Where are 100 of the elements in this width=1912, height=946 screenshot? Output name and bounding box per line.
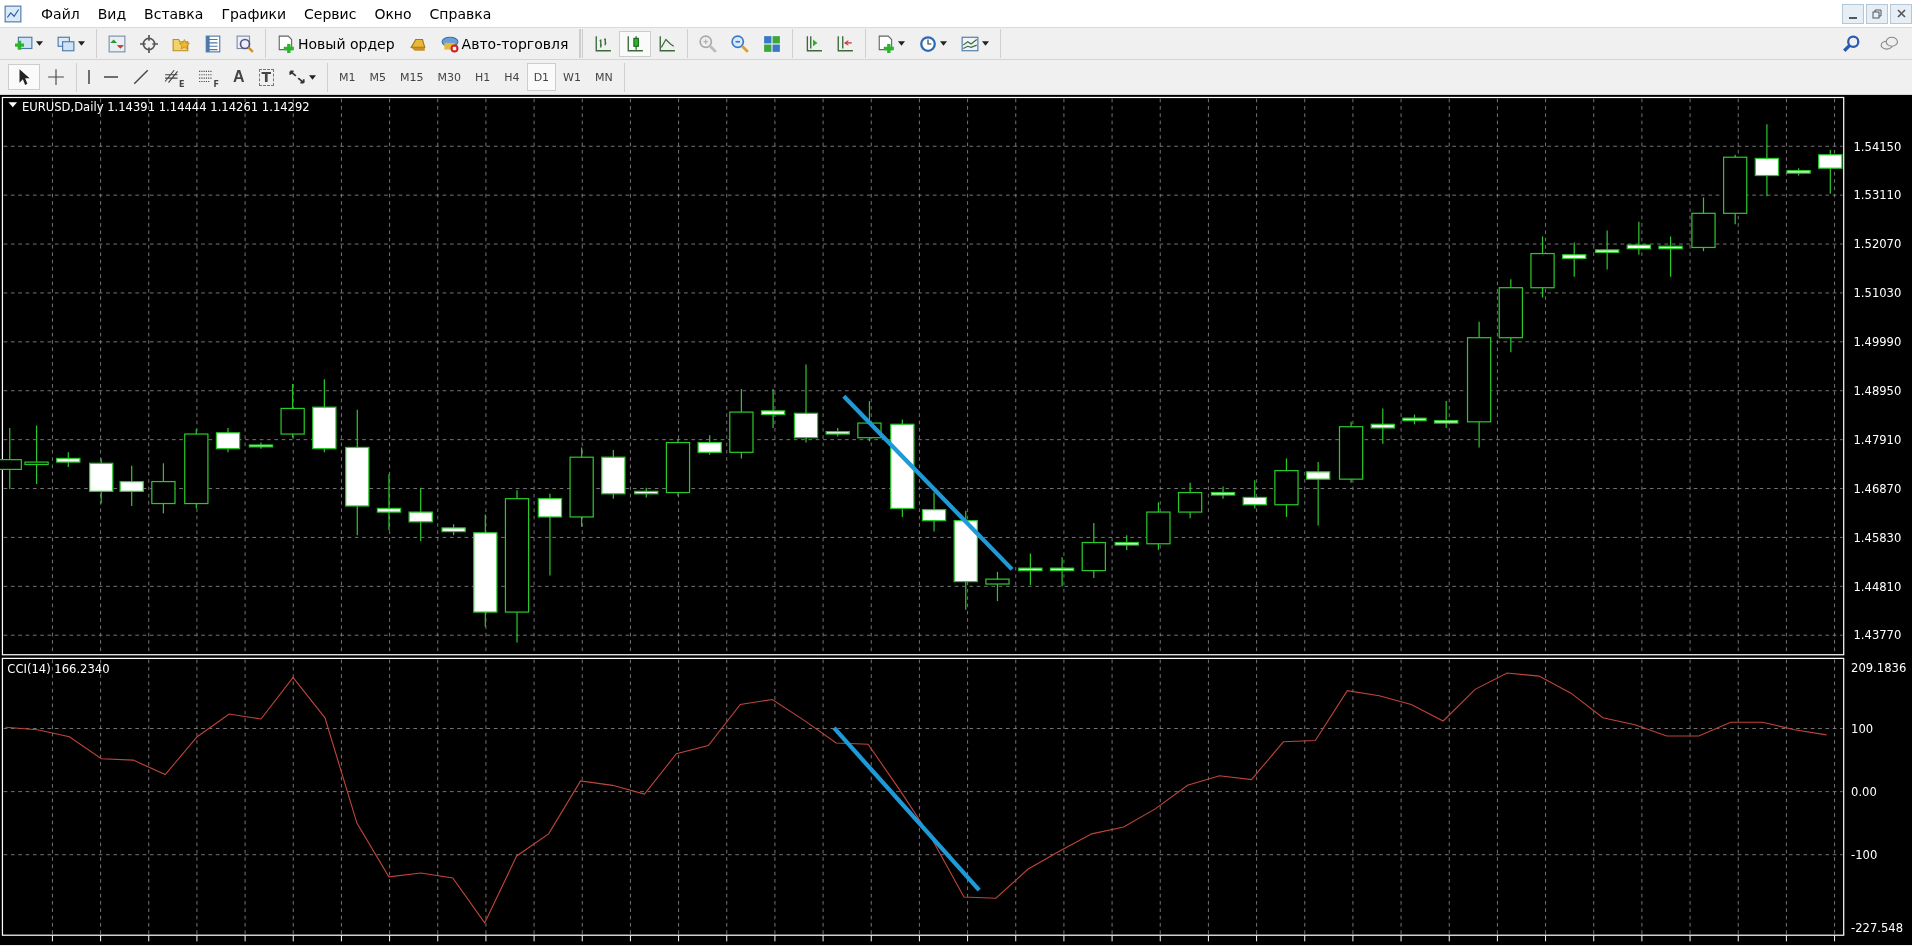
chart-menu-triangle-icon[interactable] (8, 102, 18, 108)
candlestick (119, 465, 144, 507)
fibonacci-channel-tool[interactable]: E (157, 64, 192, 90)
indicator-label: 100 (1851, 721, 1874, 736)
app-chart-icon (4, 4, 22, 23)
template-icon (961, 34, 980, 53)
candlestick (408, 487, 433, 542)
caret-icon (36, 41, 43, 46)
candlestick (1049, 556, 1075, 588)
autoscroll-icon (836, 34, 855, 53)
timeframe-button[interactable]: H1 (468, 63, 498, 91)
new-order-button[interactable]: Новый ордер (270, 30, 402, 57)
horizontal-line-icon (104, 76, 118, 78)
windows-icon (57, 34, 75, 53)
indicator-label: 0.00 (1851, 784, 1877, 799)
text-label-tool[interactable]: T (251, 64, 282, 90)
price-label: 1.53110 (1853, 188, 1902, 203)
price-label: 1.43770 (1853, 628, 1902, 643)
timeframe-button[interactable]: M1 (332, 63, 363, 91)
caret-icon (78, 41, 85, 46)
fibonacci-levels-tool[interactable]: F (191, 64, 226, 90)
timeframe-button[interactable]: M30 (430, 63, 469, 91)
candlestick (151, 462, 176, 514)
candlestick (1786, 167, 1811, 177)
tile-windows-icon (763, 34, 782, 53)
price-label: 1.46870 (1853, 481, 1902, 496)
candlestick (1146, 501, 1171, 551)
menu-item[interactable]: Вставка (135, 3, 213, 24)
timeframe-button[interactable]: H4 (497, 63, 527, 91)
candlestick (56, 451, 81, 468)
indicator-label: -227.548 (1851, 920, 1904, 935)
candlestick (1626, 221, 1652, 256)
timeframe-button[interactable]: W1 (556, 63, 588, 91)
candlestick (1081, 522, 1106, 579)
close-button[interactable] (1890, 3, 1912, 24)
price-label: 1.47910 (1853, 432, 1902, 447)
candlestick (857, 400, 882, 442)
chart-header: EURUSD,Daily 1.14391 1.14444 1.14261 1.14292 (21, 99, 310, 114)
menu-item[interactable]: Окно (365, 3, 421, 24)
caret-icon (309, 74, 317, 80)
clock-icon (919, 34, 938, 53)
candlestick (0, 427, 22, 490)
indicator-title: CCI(14) 166.2340 (7, 662, 110, 677)
minimize-icon (1849, 16, 1857, 19)
candlestick (1018, 552, 1043, 586)
timeframe-button[interactable]: M5 (362, 63, 394, 91)
crosshair-target-icon (140, 34, 158, 53)
autotrading-button[interactable]: Авто-торговля (433, 30, 576, 57)
candlestick (24, 424, 49, 485)
menu-item[interactable]: Файл (32, 3, 89, 24)
candlestick (665, 438, 691, 497)
price-label: 1.49990 (1853, 335, 1902, 350)
candlestick (729, 388, 754, 460)
zoom-out-icon (731, 34, 750, 53)
candlestick (1691, 196, 1716, 252)
restore-icon (1872, 8, 1882, 19)
line-chart-icon (658, 34, 677, 53)
candlestick (248, 441, 274, 450)
candlestick (280, 383, 305, 439)
price-label: 1.51030 (1853, 286, 1902, 301)
price-label: 1.45830 (1853, 530, 1902, 545)
candlestick (760, 388, 786, 429)
text-tool[interactable]: A (225, 64, 252, 90)
caret-icon (982, 41, 990, 46)
timeframe-button[interactable]: MN (587, 63, 620, 91)
indicator-label: -100 (1851, 848, 1878, 862)
indicator-label: 209.1836 (1851, 660, 1907, 675)
zoom-in-icon (699, 34, 718, 53)
magnifier-window-icon (236, 34, 254, 53)
timeframe-button[interactable]: D1 (526, 63, 557, 91)
chat-icon (1880, 34, 1898, 53)
timeframe-button[interactable]: M15 (393, 63, 431, 91)
candlestick (1723, 154, 1748, 225)
menu-item[interactable]: Справка (420, 3, 501, 24)
menu-item[interactable]: Сервис (295, 3, 366, 24)
price-label: 1.48950 (1853, 384, 1902, 398)
list-window-icon (204, 34, 222, 53)
price-label: 1.54150 (1853, 139, 1902, 154)
candlestick-icon (626, 34, 645, 53)
candlestick-button[interactable] (619, 30, 652, 57)
candlestick (1434, 400, 1459, 429)
search-icon (1842, 34, 1860, 53)
cursor-tool[interactable] (8, 64, 40, 90)
restore-button[interactable] (1866, 3, 1888, 24)
candlestick (89, 457, 114, 505)
candlestick (1658, 235, 1683, 278)
document-plus-icon (277, 34, 295, 53)
candlestick (376, 473, 402, 531)
candlestick (1402, 413, 1427, 425)
document-plus-icon (877, 34, 896, 53)
caret-icon (940, 41, 948, 46)
candlestick (215, 427, 241, 453)
menu-item[interactable]: Вид (88, 3, 136, 24)
close-icon (1896, 9, 1906, 18)
menu-item[interactable]: Графики (212, 3, 296, 24)
candlestick (1562, 242, 1587, 278)
candlestick (1530, 235, 1555, 299)
vertical-line-icon (88, 70, 90, 84)
minimize-button[interactable] (1842, 3, 1864, 24)
candlestick (441, 523, 466, 536)
